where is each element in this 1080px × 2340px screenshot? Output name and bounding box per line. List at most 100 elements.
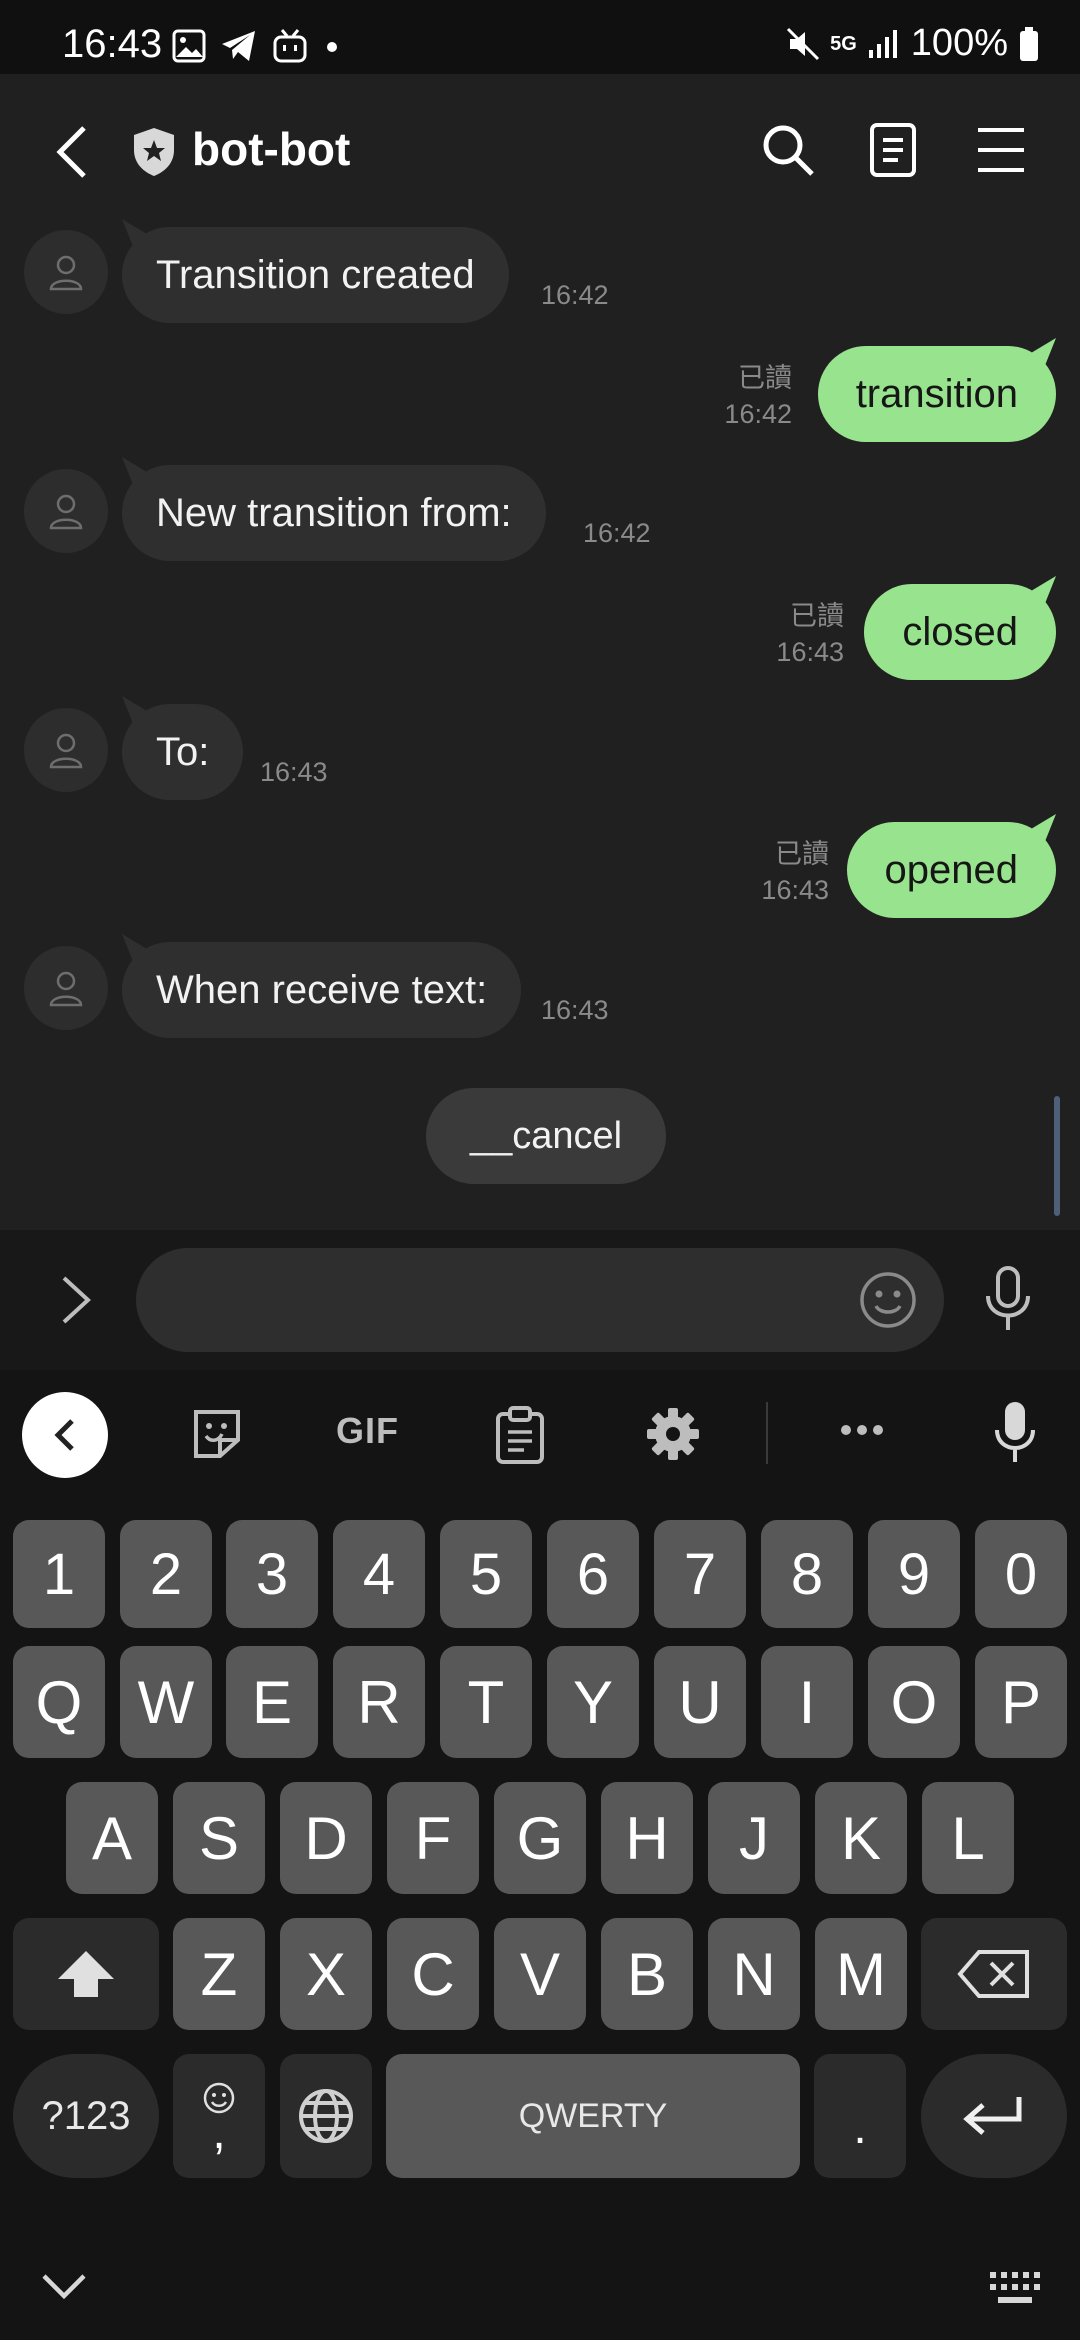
key-f[interactable]: F (387, 1782, 479, 1894)
user-icon (49, 255, 83, 291)
toolbar-divider (766, 1402, 768, 1464)
read-receipt: 已讀 (738, 363, 792, 393)
key-u[interactable]: U (654, 1646, 746, 1758)
message-meta: 已讀 16:42 (724, 360, 792, 432)
expand-icon[interactable] (58, 1274, 94, 1326)
key-e[interactable]: E (226, 1646, 318, 1758)
chat-title[interactable]: bot-bot (192, 122, 350, 176)
key-3[interactable]: 3 (226, 1520, 318, 1628)
voice-input-icon[interactable] (994, 1400, 1036, 1464)
key-2[interactable]: 2 (120, 1520, 212, 1628)
emoji-icon[interactable] (858, 1270, 918, 1330)
key-x[interactable]: X (280, 1918, 372, 2030)
key-m[interactable]: M (815, 1918, 907, 2030)
sticker-icon[interactable] (190, 1406, 244, 1462)
mic-icon[interactable] (984, 1266, 1032, 1334)
period-label: . (853, 2100, 867, 2154)
key-a[interactable]: A (66, 1782, 158, 1894)
bilibili-icon (273, 29, 307, 63)
enter-key[interactable] (921, 2054, 1067, 2178)
space-label: QWERTY (518, 2096, 668, 2135)
clipboard-icon[interactable] (494, 1406, 546, 1464)
key-j[interactable]: J (708, 1782, 800, 1894)
language-key[interactable] (280, 2054, 372, 2178)
keyboard: 1 2 3 4 5 6 7 8 9 0 Q W E R T Y U I O P … (0, 1498, 1080, 2198)
bot-avatar[interactable] (24, 230, 108, 314)
symbols-key[interactable]: ?123 (13, 2054, 159, 2178)
message-field[interactable] (136, 1248, 944, 1352)
key-i[interactable]: I (761, 1646, 853, 1758)
image-icon (172, 29, 206, 63)
user-icon (49, 971, 83, 1007)
battery-percent: 100% (910, 22, 1008, 64)
message-bubble-incoming[interactable]: When receive text: (122, 942, 522, 1038)
key-h[interactable]: H (601, 1782, 693, 1894)
hide-keyboard-icon[interactable] (40, 2272, 88, 2302)
message-time: 16:43 (260, 757, 328, 787)
backspace-icon (957, 1950, 1029, 1998)
key-8[interactable]: 8 (761, 1520, 853, 1628)
globe-icon (299, 2089, 353, 2143)
message-bubble-outgoing[interactable]: opened (846, 822, 1056, 918)
key-o[interactable]: O (868, 1646, 960, 1758)
gif-button[interactable]: GIF (336, 1410, 399, 1452)
message-time: 16:43 (761, 875, 829, 905)
symbols-label: ?123 (41, 2093, 131, 2138)
message-bubble-incoming[interactable]: New transition from: (122, 465, 546, 561)
read-receipt: 已讀 (775, 839, 829, 869)
message-input[interactable] (166, 1268, 846, 1332)
key-9[interactable]: 9 (868, 1520, 960, 1628)
key-d[interactable]: D (280, 1782, 372, 1894)
keyboard-collapse-button[interactable] (22, 1392, 108, 1478)
key-n[interactable]: N (708, 1918, 800, 2030)
key-y[interactable]: Y (547, 1646, 639, 1758)
search-icon[interactable] (760, 122, 816, 178)
key-5[interactable]: 5 (440, 1520, 532, 1628)
key-w[interactable]: W (120, 1646, 212, 1758)
backspace-key[interactable] (921, 1918, 1067, 2030)
chat-header: bot-bot (0, 74, 1080, 224)
key-s[interactable]: S (173, 1782, 265, 1894)
keyboard-switch-icon[interactable] (990, 2272, 1040, 2304)
quick-reply-button[interactable]: __cancel (426, 1088, 667, 1184)
key-k[interactable]: K (815, 1782, 907, 1894)
comma-emoji-key[interactable]: , (173, 2054, 265, 2178)
message-bubble-outgoing[interactable]: closed (864, 584, 1056, 680)
message-meta: 已讀 16:43 (776, 598, 844, 670)
key-c[interactable]: C (387, 1918, 479, 2030)
message-bubble-incoming[interactable]: To: (122, 704, 244, 800)
bot-avatar[interactable] (24, 708, 108, 792)
settings-icon[interactable] (645, 1406, 701, 1462)
scrollbar[interactable] (1054, 1096, 1060, 1216)
menu-icon[interactable] (976, 122, 1026, 178)
key-r[interactable]: R (333, 1646, 425, 1758)
key-p[interactable]: P (975, 1646, 1067, 1758)
key-b[interactable]: B (601, 1918, 693, 2030)
bot-avatar[interactable] (24, 469, 108, 553)
key-6[interactable]: 6 (547, 1520, 639, 1628)
key-z[interactable]: Z (173, 1918, 265, 2030)
key-4[interactable]: 4 (333, 1520, 425, 1628)
message-bubble-outgoing[interactable]: transition (817, 346, 1056, 442)
message-time: 16:42 (541, 280, 609, 310)
bot-avatar[interactable] (24, 946, 108, 1030)
key-0[interactable]: 0 (975, 1520, 1067, 1628)
message-bubble-incoming[interactable]: Transition created (122, 227, 509, 323)
key-v[interactable]: V (494, 1918, 586, 2030)
key-t[interactable]: T (440, 1646, 532, 1758)
more-icon[interactable] (838, 1422, 886, 1438)
navigation-bar (0, 2198, 1080, 2340)
key-l[interactable]: L (922, 1782, 1014, 1894)
period-key[interactable]: . (814, 2054, 906, 2178)
back-icon[interactable] (52, 124, 92, 180)
key-q[interactable]: Q (13, 1646, 105, 1758)
comma-label: , (212, 2106, 226, 2159)
key-g[interactable]: G (494, 1782, 586, 1894)
space-key[interactable]: QWERTY (386, 2054, 800, 2178)
key-1[interactable]: 1 (13, 1520, 105, 1628)
shift-key[interactable] (13, 1918, 159, 2030)
notes-icon[interactable] (868, 122, 918, 178)
status-time: 16:43 (62, 22, 163, 66)
key-7[interactable]: 7 (654, 1520, 746, 1628)
chat-message-list[interactable]: Transition created 16:42 已讀 16:42 transi… (0, 224, 1080, 1230)
